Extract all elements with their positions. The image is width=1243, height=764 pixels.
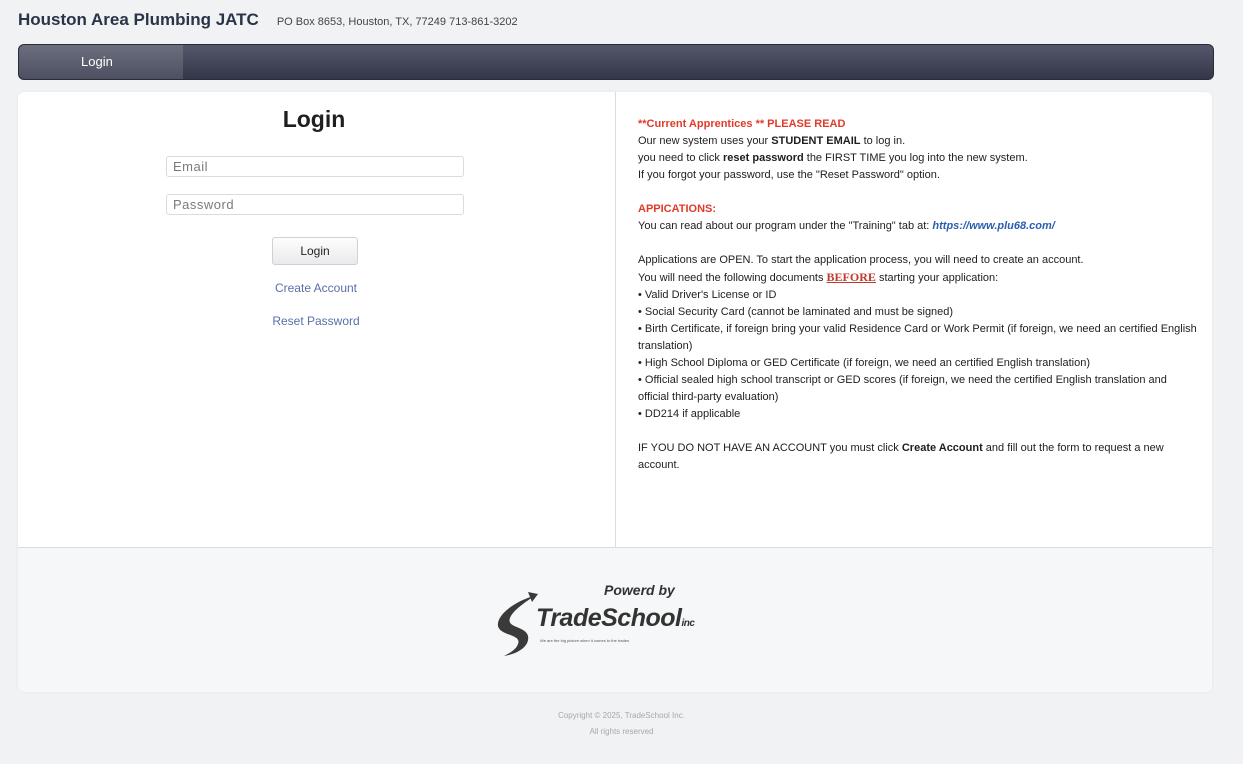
main-panel: Login Login Create Account Reset Passwor…	[18, 92, 1212, 692]
document-item: • Birth Certificate, if foreign bring yo…	[638, 323, 1197, 352]
applications-section: APPICATIONS: You can read about our prog…	[638, 201, 1198, 235]
document-item: • Official sealed high school transcript…	[638, 374, 1167, 403]
document-item: • High School Diploma or GED Certificate…	[638, 357, 1091, 369]
copyright: Copyright © 2025, TradeSchool Inc. All r…	[0, 708, 1243, 740]
no-account-text: IF YOU DO NOT HAVE AN ACCOUNT you must c…	[638, 442, 902, 454]
before-emphasis: BEFORE	[826, 270, 876, 284]
apprentice-notice: **Current Apprentices ** PLEASE READ Our…	[638, 116, 1198, 184]
notice-panel: **Current Apprentices ** PLEASE READ Our…	[638, 116, 1198, 474]
apprentice-notice-title: **Current Apprentices ** PLEASE READ	[638, 118, 846, 130]
tab-login[interactable]: Login	[19, 45, 183, 79]
document-item: • DD214 if applicable	[638, 408, 741, 420]
login-title: Login	[282, 106, 346, 132]
applications-open-text: Applications are OPEN. To start the appl…	[638, 254, 1084, 266]
password-field[interactable]	[166, 194, 464, 215]
notice-text: to log in.	[860, 135, 906, 147]
notice-line-1: Our new system uses your STUDENT EMAIL t…	[638, 133, 1198, 150]
notice-text: the FIRST TIME you log into the new syst…	[803, 152, 1028, 164]
copyright-line-1: Copyright © 2025, TradeSchool Inc.	[558, 711, 685, 720]
org-contact: PO Box 8653, Houston, TX, 77249 713-861-…	[276, 16, 518, 28]
notice-emphasis: reset password	[723, 152, 804, 164]
documents-section: Applications are OPEN. To start the appl…	[638, 252, 1198, 423]
site-header: Houston Area Plumbing JATC PO Box 8653, …	[18, 10, 518, 34]
program-url-link[interactable]: https://www.plu68.com/	[932, 220, 1054, 232]
notice-emphasis: STUDENT EMAIL	[771, 135, 861, 147]
documents-intro-text: You will need the following documents	[638, 272, 827, 284]
login-button[interactable]: Login	[272, 237, 358, 265]
applications-title: APPICATIONS:	[638, 203, 717, 215]
logo-main-text: TradeSchool	[536, 604, 682, 632]
documents-intro: You will need the following documents BE…	[638, 269, 1198, 287]
no-account-emphasis: Create Account	[901, 442, 983, 454]
powered-by-area: Powerd by TradeSchoolinc We are the big …	[18, 548, 1212, 692]
documents-intro-text: starting your application:	[875, 272, 999, 284]
create-account-link[interactable]: Create Account	[18, 281, 614, 295]
logo-tagline: We are the big picture when it comes to …	[540, 638, 630, 643]
column-divider	[615, 92, 616, 548]
document-item: • Social Security Card (cannot be lamina…	[638, 306, 954, 318]
program-text: You can read about our program under the…	[638, 220, 933, 232]
tradeschool-logo: Powerd by TradeSchoolinc We are the big …	[488, 582, 748, 672]
email-field[interactable]	[166, 156, 464, 177]
copyright-line-2: All rights reserved	[589, 727, 654, 736]
reset-password-link[interactable]: Reset Password	[18, 314, 614, 328]
logo-suffix-text: inc	[681, 618, 695, 629]
nav-bar: Login	[18, 44, 1214, 80]
logo-wordmark: TradeSchoolinc	[536, 604, 695, 633]
document-item: • Valid Driver's License or ID	[638, 289, 777, 301]
notice-text: you need to click	[638, 152, 723, 164]
powered-by-label: Powerd by	[604, 582, 675, 598]
no-account-notice: IF YOU DO NOT HAVE AN ACCOUNT you must c…	[638, 440, 1198, 474]
program-line: You can read about our program under the…	[638, 218, 1198, 235]
notice-line-2: you need to click reset password the FIR…	[638, 150, 1198, 167]
org-name: Houston Area Plumbing JATC	[18, 10, 259, 29]
login-form: Login Login Create Account Reset Passwor…	[18, 92, 614, 548]
notice-text: Our new system uses your	[638, 135, 772, 147]
notice-line-3: If you forgot your password, use the "Re…	[638, 169, 940, 181]
